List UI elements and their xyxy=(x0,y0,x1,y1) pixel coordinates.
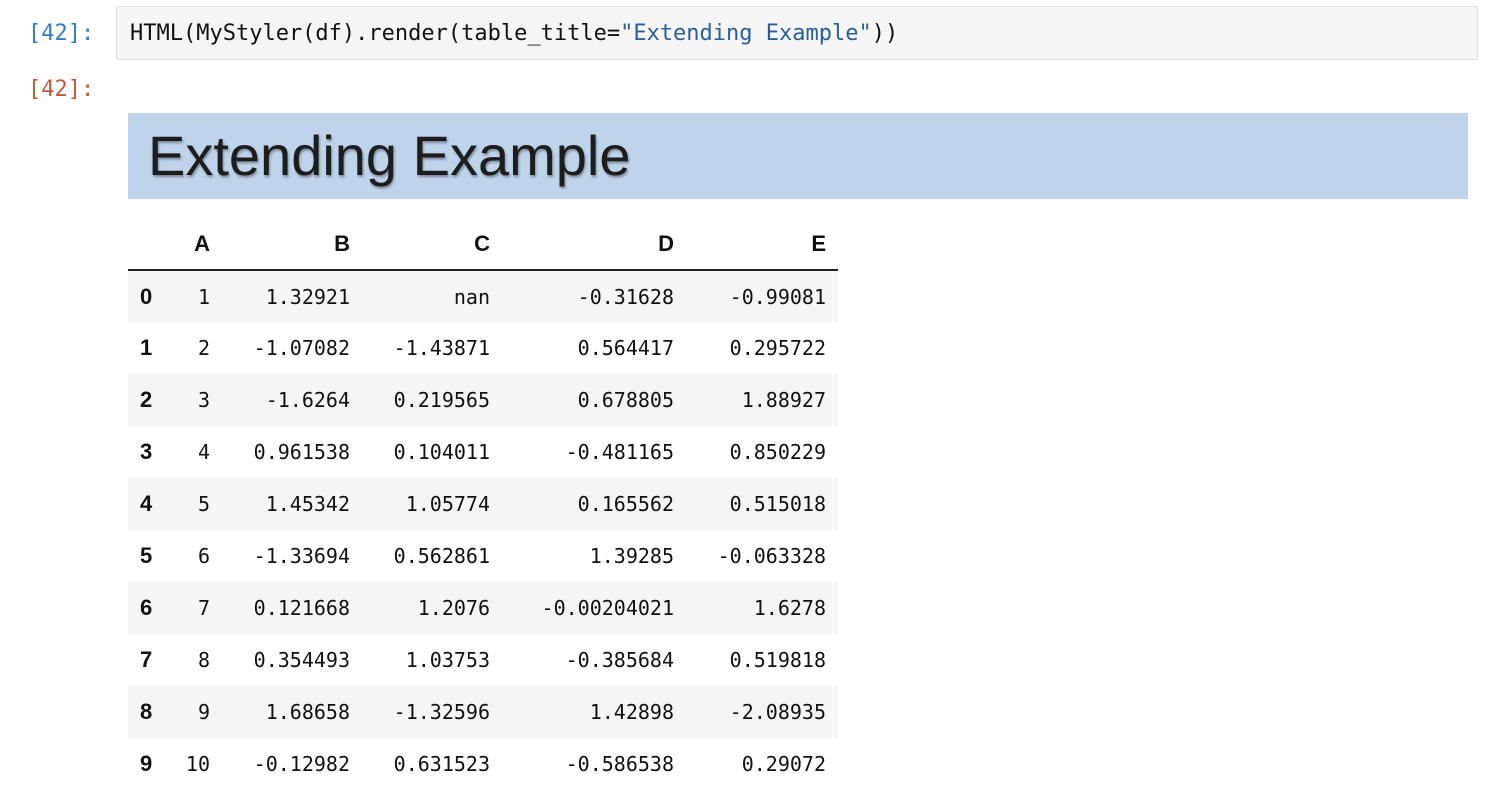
table-cell: 0.121668 xyxy=(253,596,350,620)
row-index: 8 xyxy=(140,699,153,724)
table-cell: 5 xyxy=(197,492,210,516)
table-row: 6 7 0.121668 1.2076 -0.00204021 1.6278 xyxy=(128,582,838,634)
table-cell: 0.219565 xyxy=(393,388,490,412)
table-cell: 9 xyxy=(197,700,210,724)
table-cell: -1.33694 xyxy=(253,544,350,568)
table-cell: -0.063328 xyxy=(717,544,826,568)
output-prompt: [42]: xyxy=(28,77,95,102)
table-row: 2 3 -1.6264 0.219565 0.678805 1.88927 xyxy=(128,374,838,426)
table-cell: 0.515018 xyxy=(729,492,826,516)
row-index: 5 xyxy=(140,543,153,568)
row-index: 2 xyxy=(140,387,153,412)
table-cell: 7 xyxy=(197,596,210,620)
table-cell: 0.562861 xyxy=(393,544,490,568)
table-cell: 1.88927 xyxy=(741,388,826,412)
table-cell: 1.6278 xyxy=(753,596,826,620)
table-row: 1 2 -1.07082 -1.43871 0.564417 0.295722 xyxy=(128,322,838,374)
table-cell: 1.68658 xyxy=(265,700,350,724)
table-body: 0 1 1.32921 nan -0.31628 -0.99081 1 2 -1.07082 -1… xyxy=(128,270,838,790)
dataframe-table: A B C D E 0 1 1.32921 nan -0.31628 -0.99081 1 2… xyxy=(128,218,838,790)
row-index: 0 xyxy=(140,283,153,309)
table-row: 5 6 -1.33694 0.562861 1.39285 -0.063328 xyxy=(128,530,838,582)
table-cell: -0.00204021 xyxy=(541,596,674,620)
table-cell: nan xyxy=(453,284,490,309)
column-header-c: C xyxy=(362,218,502,271)
table-cell: 1.32921 xyxy=(265,284,350,309)
table-cell: 0.104011 xyxy=(393,440,490,464)
table-title: Extending Example xyxy=(128,113,1468,199)
column-header-b: B xyxy=(222,218,362,271)
table-cell: 0.850229 xyxy=(729,440,826,464)
table-row: 7 8 0.354493 1.03753 -0.385684 0.519818 xyxy=(128,634,838,686)
column-header-e: E xyxy=(686,218,838,271)
table-cell: 2 xyxy=(197,336,210,360)
input-prompt: [42]: xyxy=(28,21,95,46)
table-row: 3 4 0.961538 0.104011 -0.481165 0.850229 xyxy=(128,426,838,478)
table-cell: -1.07082 xyxy=(253,336,350,360)
table-cell: 0.678805 xyxy=(577,388,674,412)
row-index: 4 xyxy=(140,491,153,516)
table-row: 0 1 1.32921 nan -0.31628 -0.99081 xyxy=(128,270,838,322)
table-cell: 8 xyxy=(197,648,210,672)
column-header-a: A xyxy=(170,218,222,271)
row-index: 6 xyxy=(140,595,153,620)
table-cell: 6 xyxy=(197,544,210,568)
table-cell: -2.08935 xyxy=(729,700,826,724)
code-text-suffix: )) xyxy=(871,21,899,46)
column-header-index xyxy=(128,218,170,271)
table-cell: 1.2076 xyxy=(417,596,490,620)
table-cell: 0.165562 xyxy=(577,492,674,516)
table-cell: 1.39285 xyxy=(589,544,674,568)
table-cell: 0.631523 xyxy=(393,752,490,776)
table-cell: -1.32596 xyxy=(393,700,490,724)
table-cell: 0.29072 xyxy=(741,752,826,776)
table-row: 8 9 1.68658 -1.32596 1.42898 -2.08935 xyxy=(128,686,838,738)
table-cell: 1.05774 xyxy=(405,492,490,516)
table-cell: 1.45342 xyxy=(265,492,350,516)
table-header-row: A B C D E xyxy=(128,218,838,271)
column-header-d: D xyxy=(502,218,686,271)
table-cell: -0.385684 xyxy=(565,648,674,672)
row-index: 3 xyxy=(140,439,153,464)
table-cell: 4 xyxy=(197,440,210,464)
table-cell: 3 xyxy=(197,388,210,412)
code-cell-editor[interactable]: HTML(MyStyler(df).render(table_title="Ex… xyxy=(116,6,1478,60)
table-cell: -0.586538 xyxy=(565,752,674,776)
table-cell: 1.42898 xyxy=(589,700,674,724)
table-cell: 1 xyxy=(197,284,210,309)
table-cell: 0.354493 xyxy=(253,648,350,672)
table-cell: -0.12982 xyxy=(253,752,350,776)
table-cell: -1.6264 xyxy=(265,388,350,412)
code-text: HTML(MyStyler(df).render(table_title= xyxy=(130,21,621,46)
table-cell: 0.295722 xyxy=(729,336,826,360)
table-cell: 0.564417 xyxy=(577,336,674,360)
table-cell: -0.481165 xyxy=(565,440,674,464)
row-index: 1 xyxy=(140,335,153,360)
row-index: 9 xyxy=(140,751,153,776)
table-cell: -0.99081 xyxy=(729,284,826,309)
table-cell: 0.519818 xyxy=(729,648,826,672)
table-row: 4 5 1.45342 1.05774 0.165562 0.515018 xyxy=(128,478,838,530)
row-index: 7 xyxy=(140,647,153,672)
table-cell: 10 xyxy=(185,752,210,776)
table-cell: 0.961538 xyxy=(253,440,350,464)
table-row: 9 10 -0.12982 0.631523 -0.586538 0.29072 xyxy=(128,738,838,790)
table-cell: -0.31628 xyxy=(577,284,674,309)
table-cell: 1.03753 xyxy=(405,648,490,672)
table-cell: -1.43871 xyxy=(393,336,490,360)
code-string-literal: "Extending Example" xyxy=(620,21,872,46)
